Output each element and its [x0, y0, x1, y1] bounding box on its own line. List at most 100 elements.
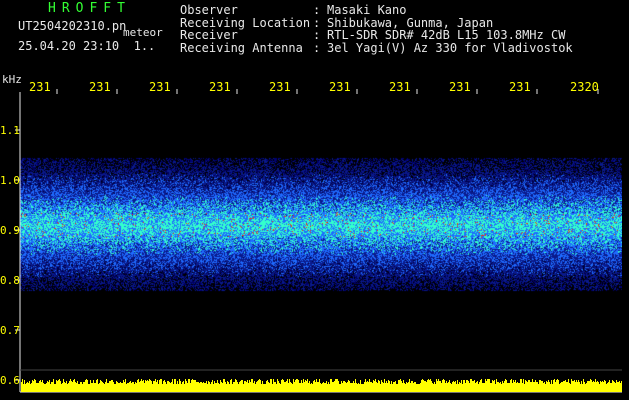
level-bar-column — [557, 379, 558, 392]
level-bar-column — [349, 381, 350, 392]
level-bar-column — [473, 381, 474, 392]
level-bar-column — [133, 382, 134, 392]
level-bar-column — [36, 383, 37, 392]
level-bar-column — [193, 380, 194, 392]
level-bar-column — [310, 384, 311, 392]
level-bar-column — [224, 379, 225, 392]
level-bar-column — [204, 383, 205, 392]
level-bar-column — [363, 384, 364, 392]
level-bar-column — [228, 382, 229, 392]
level-bar-column — [599, 384, 600, 392]
level-bar-column — [542, 381, 543, 392]
spectrogram-plot: 1.1 1.0 0.9 0.8 0.7 0.6 231 231 231 231 231 231 231 2… — [0, 80, 622, 393]
level-bar-column — [312, 384, 313, 392]
level-bar-column — [324, 383, 325, 392]
level-bar-column — [232, 384, 233, 392]
level-bar-column — [78, 384, 79, 392]
level-bar-column — [404, 383, 405, 392]
level-bar-column — [216, 383, 217, 392]
level-bar-column — [420, 383, 421, 392]
level-bar-column — [515, 380, 516, 392]
level-bar-column — [67, 384, 68, 392]
level-bar-column — [445, 383, 446, 392]
level-bar-column — [80, 382, 81, 392]
level-bar-column — [567, 382, 568, 392]
level-bar-column — [167, 381, 168, 392]
level-bar-column — [259, 379, 260, 392]
level-bar-column — [304, 382, 305, 392]
level-bar-column — [523, 379, 524, 392]
level-bar-column — [621, 381, 622, 392]
level-bar-column — [60, 381, 61, 392]
level-bar-column — [88, 384, 89, 392]
level-bar-column — [506, 380, 507, 392]
level-bar-column — [231, 379, 232, 392]
level-bar-column — [601, 382, 602, 392]
level-bar-column — [565, 380, 566, 392]
level-bar-column — [384, 379, 385, 392]
level-bar-column — [558, 380, 559, 392]
level-bar-column — [435, 384, 436, 392]
level-bar-column — [311, 383, 312, 392]
level-bar-column — [345, 382, 346, 392]
level-bar-column — [571, 379, 572, 392]
level-bar-column — [452, 382, 453, 392]
level-bar-column — [23, 384, 24, 392]
level-bar-column — [525, 380, 526, 392]
level-bar-column — [475, 383, 476, 392]
level-bar-column — [152, 384, 153, 392]
level-bar-column — [99, 383, 100, 392]
level-bar-column — [294, 382, 295, 392]
level-bar-column — [154, 381, 155, 392]
level-bar-column — [426, 382, 427, 392]
level-bar-column — [390, 384, 391, 392]
level-bar-column — [613, 381, 614, 392]
level-bar-column — [253, 383, 254, 392]
x-tick-label: 231 — [389, 80, 411, 94]
level-bar-column — [87, 380, 88, 392]
level-bar-column — [521, 379, 522, 392]
level-bar-column — [443, 379, 444, 392]
level-bar-column — [386, 381, 387, 392]
level-bar-column — [366, 382, 367, 392]
level-bar-column — [273, 379, 274, 392]
level-bar-column — [342, 383, 343, 392]
level-bar-column — [107, 383, 108, 392]
level-bar-column — [76, 383, 77, 392]
level-bar-column — [261, 384, 262, 392]
level-bar-column — [69, 381, 70, 392]
level-bar-column — [251, 379, 252, 392]
level-bar-column — [160, 379, 161, 392]
level-bar-column — [541, 381, 542, 392]
level-bar-column — [234, 382, 235, 392]
level-bar-column — [396, 384, 397, 392]
x-tick-label: 231 — [149, 80, 171, 94]
level-bar-column — [215, 383, 216, 392]
level-bar-column — [28, 383, 29, 392]
level-bar-column — [183, 381, 184, 392]
level-bar-column — [415, 382, 416, 392]
level-bar-column — [210, 384, 211, 392]
level-bar-column — [135, 382, 136, 392]
level-bar-column — [240, 381, 241, 392]
level-bar-column — [112, 380, 113, 392]
y-tick-label: 0.9 — [0, 224, 20, 237]
level-bar-column — [258, 380, 259, 392]
level-bar-column — [405, 384, 406, 392]
level-bar-column — [388, 380, 389, 392]
level-bar-column — [268, 382, 269, 392]
level-bar-column — [114, 384, 115, 392]
level-bar-column — [412, 381, 413, 392]
level-bar-column — [494, 380, 495, 392]
level-bar-column — [600, 381, 601, 392]
level-bar-column — [74, 379, 75, 392]
level-bar-column — [191, 380, 192, 392]
level-bar-column — [55, 384, 56, 392]
level-bar-column — [239, 382, 240, 392]
level-bar-column — [301, 380, 302, 392]
level-bar-column — [519, 383, 520, 392]
level-bar-column — [257, 381, 258, 392]
level-bar-column — [138, 379, 139, 392]
level-bar-column — [281, 380, 282, 392]
x-tick-label: 231 — [29, 80, 51, 94]
